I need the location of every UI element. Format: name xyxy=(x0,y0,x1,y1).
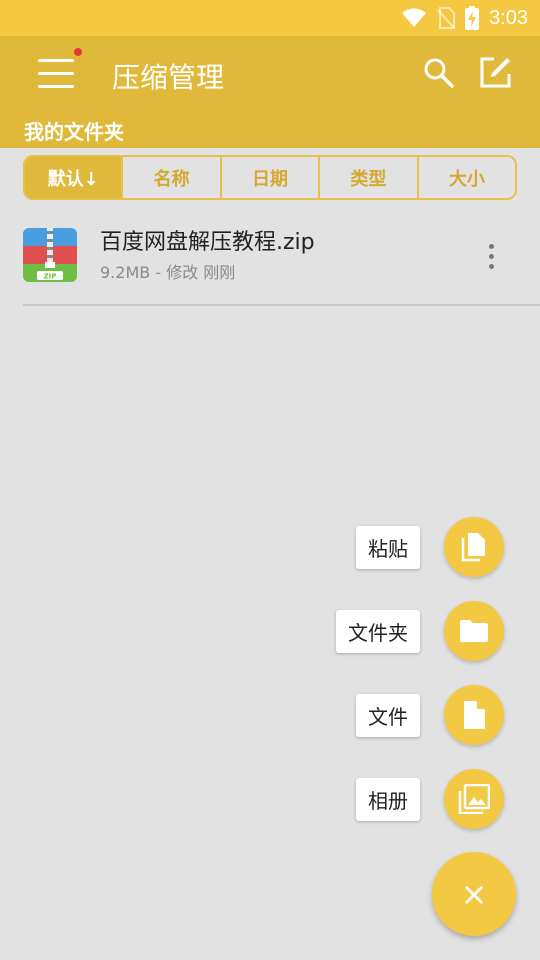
more-options-icon[interactable] xyxy=(480,242,502,272)
file-meta: 9.2MB - 修改 刚刚 xyxy=(100,259,235,283)
page-title: 压缩管理 xyxy=(112,61,225,94)
zip-badge: ZIP xyxy=(44,273,57,281)
tab-sort-default[interactable]: 默认↓ xyxy=(25,157,124,198)
tab-sort-name[interactable]: 名称 xyxy=(123,157,222,198)
search-icon[interactable] xyxy=(422,56,456,90)
status-time: 3:03 xyxy=(489,6,528,29)
tab-sort-size[interactable]: 大小 xyxy=(419,157,515,198)
zip-file-icon: ZIP xyxy=(23,228,77,282)
status-bar: 3:03 xyxy=(0,0,540,36)
battery-charging-icon xyxy=(465,6,480,30)
app-toolbar: 压缩管理 我的文件夹 xyxy=(0,36,540,148)
fab-label-folder[interactable]: 文件夹 xyxy=(336,609,420,653)
notification-dot xyxy=(74,48,82,56)
fab-item-album[interactable]: 相册 xyxy=(356,769,504,829)
wifi-icon xyxy=(402,8,427,27)
no-sim-icon xyxy=(437,7,456,29)
file-name: 百度网盘解压教程.zip xyxy=(100,230,315,255)
fab-label-album[interactable]: 相册 xyxy=(356,777,420,821)
breadcrumb: 我的文件夹 xyxy=(24,120,124,144)
menu-icon[interactable] xyxy=(36,48,82,94)
tab-sort-type[interactable]: 类型 xyxy=(320,157,419,198)
file-size: 9.2MB xyxy=(100,263,151,282)
list-item[interactable]: ZIP 百度网盘解压教程.zip 9.2MB - 修改 刚刚 xyxy=(0,212,540,302)
photo-album-icon[interactable] xyxy=(444,769,504,829)
fab-label-file[interactable]: 文件 xyxy=(356,693,420,737)
meta-separator: - xyxy=(155,263,162,282)
fab-item-file[interactable]: 文件 xyxy=(356,685,504,745)
fab-close-button[interactable]: × xyxy=(432,852,516,936)
fab-item-folder[interactable]: 文件夹 xyxy=(336,601,504,661)
fab-label-paste[interactable]: 粘贴 xyxy=(356,525,420,569)
file-icon[interactable] xyxy=(444,685,504,745)
divider xyxy=(23,304,540,306)
tab-sort-date[interactable]: 日期 xyxy=(222,157,321,198)
file-modified: 修改 刚刚 xyxy=(166,263,236,282)
close-icon: × xyxy=(460,875,488,913)
paste-icon[interactable] xyxy=(444,517,504,577)
sort-tabs: 默认↓ 名称 日期 类型 大小 xyxy=(23,155,517,200)
folder-icon[interactable] xyxy=(444,601,504,661)
edit-icon[interactable] xyxy=(478,56,512,90)
fab-item-paste[interactable]: 粘贴 xyxy=(356,517,504,577)
